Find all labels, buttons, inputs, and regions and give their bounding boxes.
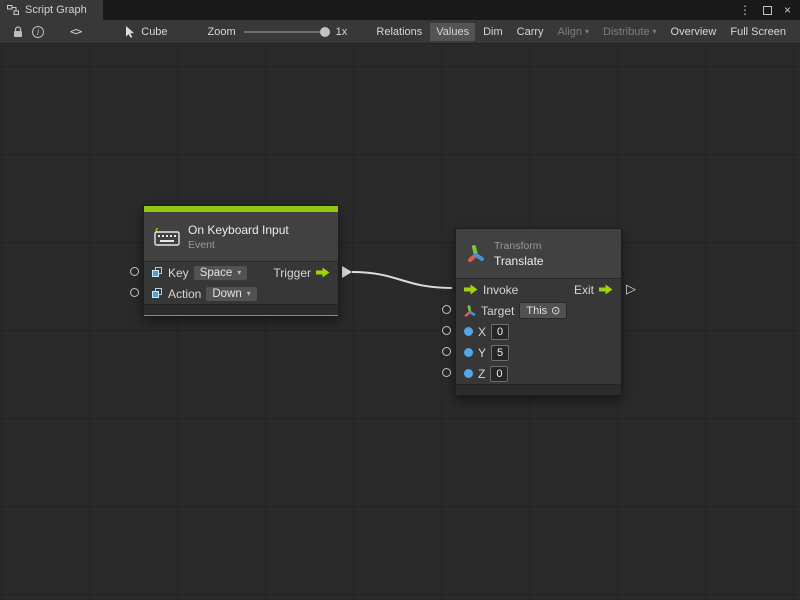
exit-label: Exit (574, 283, 594, 297)
titlebar: Script Graph ⋮ × (0, 0, 800, 20)
key-label: Key (168, 266, 189, 280)
x-port-row: X 0 (456, 321, 621, 342)
value-dot-icon (464, 348, 473, 357)
transform-icon (466, 244, 486, 264)
toolbar: i <> Cube Zoom 1x Relations Values Dim C… (0, 20, 800, 44)
node-footer (456, 384, 621, 395)
relations-button[interactable]: Relations (370, 23, 428, 41)
distribute-label: Distribute (603, 26, 649, 38)
zoom-control: Zoom 1x (208, 26, 348, 38)
zoom-slider[interactable] (244, 26, 328, 38)
action-dropdown-value: Down (212, 288, 241, 300)
action-label: Action (168, 287, 201, 301)
key-port-row: Key Space ▾ Trigger (144, 262, 338, 283)
cursor-icon (125, 26, 136, 38)
z-value-input[interactable]: 0 (490, 366, 508, 382)
y-label: Y (478, 346, 486, 360)
align-button[interactable]: Align ▾ (552, 23, 595, 41)
node-category: Transform (494, 240, 544, 252)
exit-ext-port[interactable]: ▷ (626, 282, 636, 295)
dim-button[interactable]: Dim (477, 23, 509, 41)
node-header: Transform Translate (456, 229, 621, 279)
value-port-icon (152, 267, 163, 278)
x-value-input[interactable]: 0 (491, 324, 509, 340)
graph-target[interactable]: Cube (125, 26, 167, 38)
carry-button[interactable]: Carry (511, 23, 550, 41)
z-port-row: Z 0 (456, 363, 621, 384)
y-ext-port[interactable] (442, 347, 451, 356)
node-on-keyboard-input[interactable]: On Keyboard Input Event Key Space ▾ Tr (143, 205, 339, 316)
object-picker-icon: ⊙ (551, 304, 560, 317)
key-ext-port[interactable] (130, 267, 139, 276)
invoke-label: Invoke (483, 283, 518, 297)
info-icon[interactable]: i (28, 22, 48, 42)
lock-icon[interactable] (8, 22, 28, 42)
key-dropdown[interactable]: Space ▾ (194, 266, 248, 280)
trigger-label: Trigger (273, 266, 311, 280)
node-title: On Keyboard Input (188, 223, 289, 237)
node-title: Translate (494, 254, 544, 268)
x-label: X (478, 325, 486, 339)
node-translate[interactable]: Transform Translate Invoke Exit (455, 228, 622, 396)
chevron-down-icon: ▾ (237, 268, 241, 277)
key-dropdown-value: Space (200, 267, 233, 279)
toolbar-buttons: Relations Values Dim Carry Align ▾ Distr… (370, 23, 792, 41)
y-port-row: Y 5 (456, 342, 621, 363)
exit-port-icon[interactable] (599, 284, 613, 295)
tab-label: Script Graph (25, 4, 87, 16)
connection-wire (0, 44, 800, 600)
chevron-down-icon: ▾ (585, 27, 589, 36)
tab-script-graph[interactable]: Script Graph (0, 0, 103, 20)
target-value: This (526, 305, 547, 317)
x-ext-port[interactable] (442, 326, 451, 335)
target-port-row: Target This ⊙ (456, 300, 621, 321)
z-ext-port[interactable] (442, 368, 451, 377)
target-label: Target (481, 304, 514, 318)
align-label: Align (558, 26, 582, 38)
action-ext-port[interactable] (130, 288, 139, 297)
node-footer (144, 304, 338, 315)
maximize-icon[interactable] (763, 6, 772, 15)
value-dot-icon (464, 327, 473, 336)
target-object-label: Cube (141, 26, 167, 38)
overview-button[interactable]: Overview (665, 23, 723, 41)
code-icon[interactable]: <> (70, 25, 81, 38)
graph-icon (7, 4, 19, 16)
node-subtitle: Event (188, 239, 289, 251)
action-dropdown[interactable]: Down ▾ (206, 287, 256, 301)
fullscreen-button[interactable]: Full Screen (724, 23, 792, 41)
chevron-down-icon: ▾ (653, 27, 657, 36)
node-header: On Keyboard Input Event (144, 212, 338, 262)
chevron-down-icon: ▾ (247, 289, 251, 298)
trigger-port-icon[interactable] (316, 267, 330, 278)
zoom-slider-track (244, 31, 328, 33)
target-object-picker[interactable]: This ⊙ (519, 302, 567, 319)
axis-icon (464, 305, 476, 317)
target-ext-port[interactable] (442, 305, 451, 314)
values-button[interactable]: Values (430, 23, 475, 41)
script-graph-window: Script Graph ⋮ × i <> Cube (0, 0, 800, 600)
z-label: Z (478, 367, 485, 381)
keyboard-icon (154, 228, 180, 246)
invoke-port-icon[interactable] (464, 284, 478, 295)
distribute-button[interactable]: Distribute ▾ (597, 23, 662, 41)
value-port-icon (152, 288, 163, 299)
window-controls: ⋮ × (739, 0, 800, 20)
invoke-exit-row: Invoke Exit (456, 279, 621, 300)
action-port-row: Action Down ▾ (144, 283, 338, 304)
graph-canvas[interactable]: On Keyboard Input Event Key Space ▾ Tr (0, 44, 800, 600)
menu-icon[interactable]: ⋮ (739, 4, 751, 16)
zoom-label: Zoom (208, 26, 236, 38)
zoom-value: 1x (336, 26, 348, 38)
zoom-slider-knob[interactable] (320, 27, 330, 37)
y-value-input[interactable]: 5 (491, 345, 509, 361)
close-icon[interactable]: × (784, 4, 791, 16)
value-dot-icon (464, 369, 473, 378)
